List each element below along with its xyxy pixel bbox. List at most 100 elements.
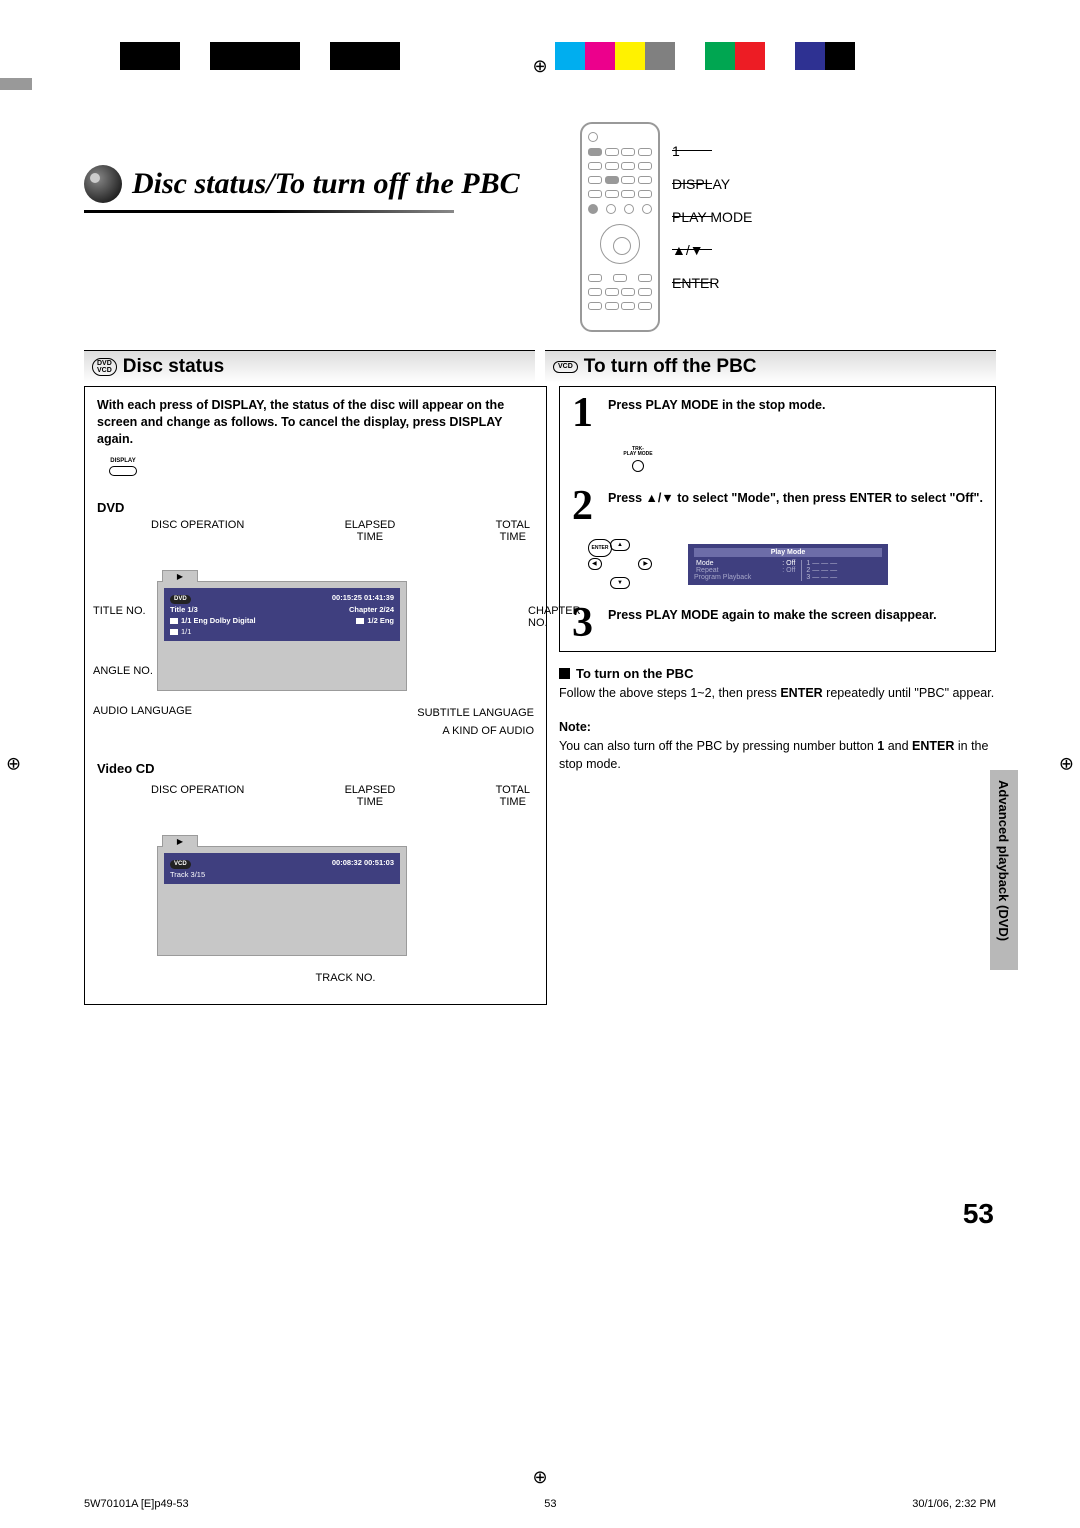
bleed-strip — [0, 78, 32, 90]
remote-label-column: 1 DISPLAY PLAY MODE ▲/▼ ENTER — [672, 122, 752, 332]
disc-status-column: With each press of DISPLAY, the status o… — [84, 386, 547, 1005]
title-underline — [84, 210, 454, 213]
callout-disc-operation-2: DISC OPERATION — [151, 784, 244, 808]
step-number-1: 1 — [572, 397, 600, 431]
section-title-left: Disc status — [123, 356, 224, 378]
display-button-icon: DISPLAY — [97, 458, 149, 476]
osd-dvd-badge: DVD — [170, 595, 191, 604]
dpad-icon: ▲ ▼ ◀ ▶ ENTER — [588, 539, 652, 589]
osd-dvd-title: Title 1/3 — [170, 604, 198, 615]
step-2-text: Press ▲/▼ to select "Mode", then press E… — [608, 490, 983, 524]
osd-dvd-chapter: Chapter 2/24 — [349, 604, 394, 615]
bullet-square-icon — [559, 668, 570, 679]
section-side-tab: Advanced playback (DVD) — [990, 770, 1018, 970]
playmode-button-icon: TRK- PLAY MODE — [608, 447, 668, 472]
dvd-vcd-badge: DVD VCD — [92, 358, 117, 377]
footer-right: 30/1/06, 2:32 PM — [912, 1498, 996, 1510]
callout-audio-kind: A KIND OF AUDIO — [442, 725, 534, 737]
content-columns: With each press of DISPLAY, the status o… — [84, 386, 996, 1005]
section-disc-status: DVD VCD Disc status — [84, 350, 535, 383]
remote-label-playmode: PLAY MODE — [672, 209, 752, 225]
remote-dpad-icon — [600, 224, 640, 264]
vcd-heading: Video CD — [97, 761, 534, 776]
pbc-column: 1 Press PLAY MODE in the stop mode. TRK-… — [559, 386, 996, 1005]
registration-color-bar — [555, 42, 855, 70]
playmode-osd-title: Play Mode — [694, 548, 882, 557]
osd-vcd-track: Track 3/15 — [170, 869, 394, 880]
step-number-2: 2 — [572, 490, 600, 524]
vcd-badge: VCD — [553, 361, 578, 372]
play-tab-icon-2 — [162, 835, 198, 847]
audio-icon — [170, 618, 178, 624]
callout-total-time-2: TOTAL TIME — [496, 784, 530, 808]
reg-mark-left: ⊕ — [6, 754, 21, 775]
osd-mode-value: : Off — [782, 560, 795, 567]
step-1-text: Press PLAY MODE in the stop mode. — [608, 397, 983, 431]
note-body: You can also turn off the PBC by pressin… — [559, 738, 996, 773]
remote-outline — [580, 122, 660, 332]
side-tab-label: Advanced playback (DVD) — [990, 770, 1017, 951]
play-tab-icon — [162, 570, 198, 582]
page-header: Disc status/To turn off the PBC — [84, 165, 520, 203]
callout-angle-no: ANGLE NO. — [93, 665, 153, 677]
steps-box: 1 Press PLAY MODE in the stop mode. TRK-… — [559, 386, 996, 652]
osd-dvd-times: 00:15:25 01:41:39 — [332, 592, 394, 604]
step-2: 2 Press ▲/▼ to select "Mode", then press… — [572, 490, 983, 524]
callout-subtitle-language: SUBTITLE LANGUAGE — [417, 707, 534, 719]
step-1: 1 Press PLAY MODE in the stop mode. — [572, 397, 983, 431]
playmode-osd: Play Mode Mode : Off Repeat : Off Program … — [688, 544, 888, 585]
angle-icon — [170, 629, 178, 635]
page-title: Disc status/To turn off the PBC — [132, 167, 520, 201]
osd-vcd-times: 00:08:32 00:51:03 — [332, 857, 394, 869]
remote-label-enter: ENTER — [672, 275, 719, 291]
reg-mark-right: ⊕ — [1059, 754, 1074, 775]
note-heading: Note: — [559, 720, 996, 734]
turn-on-pbc-body: Follow the above steps 1~2, then press E… — [559, 685, 996, 703]
callout-elapsed-time: ELAPSED TIME — [345, 519, 396, 543]
remote-label-display: DISPLAY — [672, 176, 730, 192]
remote-label-1: 1 — [672, 143, 680, 159]
osd-vcd-badge: VCD — [170, 860, 191, 869]
callout-track-no: TRACK NO. — [316, 972, 376, 984]
dvd-osd-screen: DVD 00:15:25 01:41:39 Title 1/3 Chapter … — [157, 581, 407, 691]
osd-dvd-audio: 1/1 Eng Dolby Digital — [181, 616, 256, 625]
registration-black-bar — [120, 42, 400, 70]
callout-disc-operation: DISC OPERATION — [151, 519, 244, 543]
callout-elapsed-time-2: ELAPSED TIME — [345, 784, 396, 808]
osd-slot-3: 3 — — — — [806, 574, 881, 581]
osd-program-label: Program Playback — [694, 574, 797, 581]
remote-diagram: 1 DISPLAY PLAY MODE ▲/▼ ENTER — [580, 122, 752, 332]
turn-on-pbc-heading: To turn on the PBC — [559, 666, 996, 681]
callout-chapter-no: CHAPTER NO. — [528, 605, 582, 629]
osd-dvd-angle: 1/1 — [181, 627, 191, 636]
subtitle-icon — [356, 618, 364, 624]
osd-repeat-value: : Off — [782, 567, 795, 574]
osd-repeat-label: Repeat — [696, 567, 719, 574]
footer-center: 53 — [544, 1498, 556, 1510]
page-number: 53 — [963, 1198, 994, 1230]
footer-left: 5W70101A [E]p49-53 — [84, 1498, 189, 1510]
vcd-osd-diagram: DISC OPERATION ELAPSED TIME TOTAL TIME V… — [97, 784, 534, 984]
step-3-text: Press PLAY MODE again to make the screen… — [608, 607, 983, 641]
step-2-diagram: ▲ ▼ ◀ ▶ ENTER Play Mode Mode : Off Repeat… — [588, 539, 983, 589]
osd-dvd-sub: 1/2 Eng — [367, 616, 394, 625]
step-3: 3 Press PLAY MODE again to make the scre… — [572, 607, 983, 641]
manual-page: ⊕ ⊕ ⊕ ⊕ Disc status/To turn off the PBC … — [0, 0, 1080, 1528]
section-pbc: VCD To turn off the PBC — [545, 350, 996, 383]
section-heading-row: DVD VCD Disc status VCD To turn off the … — [84, 350, 996, 383]
dvd-osd-diagram: DISC OPERATION ELAPSED TIME TOTAL TIME T… — [97, 519, 534, 737]
callout-title-no: TITLE NO. — [93, 605, 146, 617]
header-sphere-icon — [84, 165, 122, 203]
dpad-enter: ENTER — [588, 539, 612, 557]
reg-mark-bottom: ⊕ — [532, 1467, 547, 1488]
osd-mode-label: Mode — [696, 560, 714, 567]
osd-slot-2: 2 — — — — [806, 567, 881, 574]
section-title-right: To turn off the PBC — [584, 356, 757, 378]
print-footer: 5W70101A [E]p49-53 53 30/1/06, 2:32 PM — [84, 1498, 996, 1510]
vcd-osd-screen: VCD 00:08:32 00:51:03 Track 3/15 — [157, 846, 407, 956]
remote-label-arrows: ▲/▼ — [672, 242, 704, 258]
dvd-heading: DVD — [97, 500, 534, 515]
callout-audio-language: AUDIO LANGUAGE — [93, 705, 192, 717]
osd-slot-1: 1 — — — — [806, 560, 881, 567]
intro-text: With each press of DISPLAY, the status o… — [97, 397, 534, 448]
